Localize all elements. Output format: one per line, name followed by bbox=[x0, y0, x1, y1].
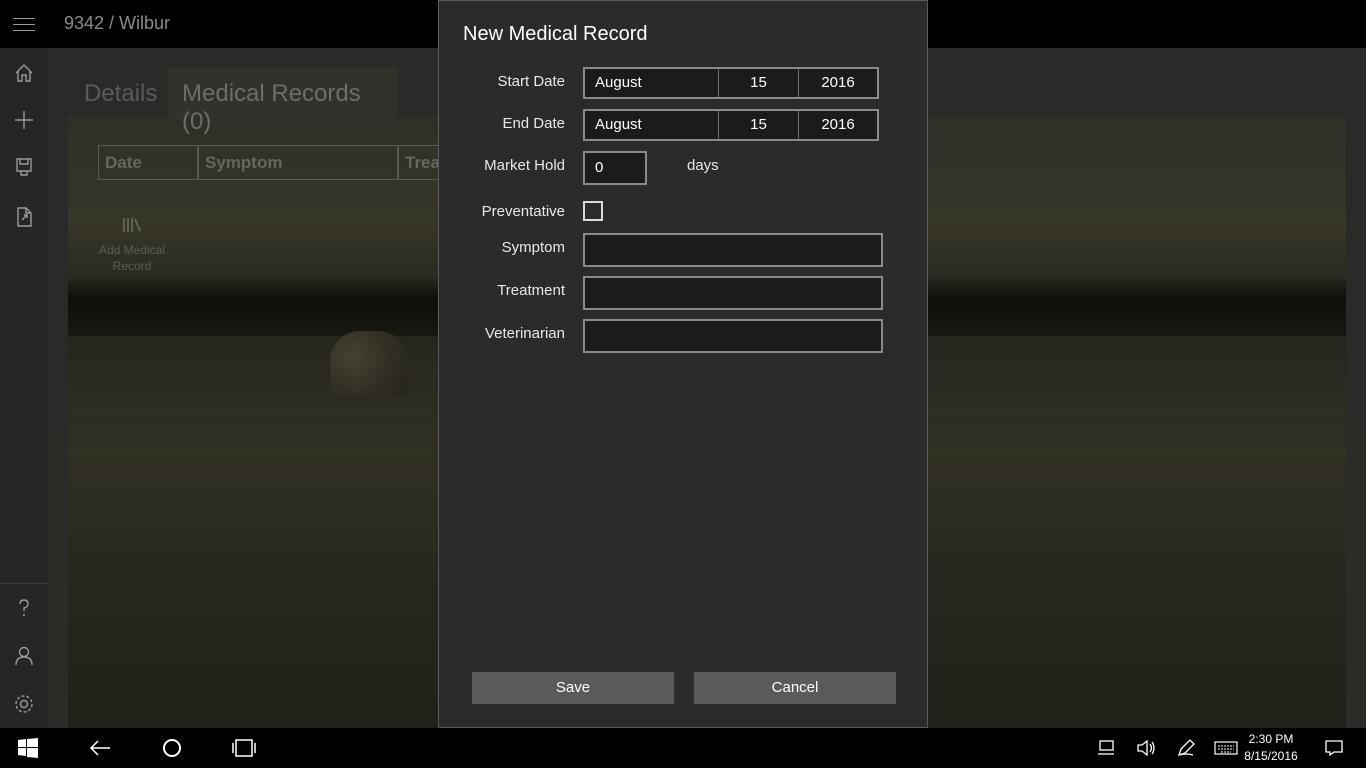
dialog-title: New Medical Record bbox=[463, 23, 648, 45]
symptom-input[interactable] bbox=[583, 233, 883, 267]
app-window: 9342 / Wilbur Details Medical Records (0… bbox=[0, 0, 1366, 768]
network-icon[interactable] bbox=[1094, 728, 1118, 768]
start-date-picker[interactable]: August 15 2016 bbox=[583, 67, 879, 99]
task-view-icon[interactable] bbox=[226, 728, 262, 768]
windows-start-icon[interactable] bbox=[10, 728, 46, 768]
market-hold-input[interactable]: 0 bbox=[583, 151, 647, 185]
market-hold-unit: days bbox=[687, 157, 719, 174]
home-icon[interactable] bbox=[0, 49, 48, 97]
hamburger-menu-icon[interactable] bbox=[0, 0, 48, 48]
treatment-label: Treatment bbox=[497, 282, 565, 299]
end-date-picker[interactable]: August 15 2016 bbox=[583, 109, 879, 141]
preventative-label: Preventative bbox=[481, 203, 565, 220]
library-icon bbox=[123, 218, 141, 232]
veterinarian-label: Veterinarian bbox=[484, 325, 565, 342]
add-medical-record-button[interactable]: Add Medical Record bbox=[98, 214, 166, 274]
tab-details[interactable]: Details bbox=[70, 68, 171, 118]
left-nav bbox=[0, 48, 48, 728]
back-arrow-icon[interactable] bbox=[82, 728, 118, 768]
user-icon[interactable] bbox=[0, 632, 48, 680]
taskbar: 2:30 PM 8/15/2016 bbox=[0, 728, 1366, 768]
market-hold-label: Market Hold bbox=[484, 157, 565, 174]
save-icon[interactable] bbox=[0, 143, 48, 191]
help-icon[interactable] bbox=[0, 584, 48, 632]
start-date-year[interactable]: 2016 bbox=[799, 69, 877, 97]
column-header-symptom[interactable]: Symptom bbox=[198, 145, 398, 180]
symptom-label: Symptom bbox=[501, 239, 565, 256]
grid-header: Date Symptom Trea bbox=[98, 145, 458, 180]
start-date-label: Start Date bbox=[497, 73, 565, 90]
tab-medical-records[interactable]: Medical Records (0) bbox=[168, 68, 398, 135]
veterinarian-input[interactable] bbox=[583, 319, 883, 353]
export-icon[interactable] bbox=[0, 193, 48, 241]
taskbar-clock[interactable]: 2:30 PM 8/15/2016 bbox=[1236, 731, 1306, 765]
new-medical-record-dialog: New Medical Record Start Date August 15 … bbox=[438, 0, 928, 728]
column-header-date[interactable]: Date bbox=[98, 145, 198, 180]
clock-date: 8/15/2016 bbox=[1244, 749, 1298, 763]
cortana-search-icon[interactable] bbox=[154, 728, 190, 768]
add-icon[interactable] bbox=[0, 96, 48, 144]
volume-icon[interactable] bbox=[1134, 728, 1158, 768]
end-date-year[interactable]: 2016 bbox=[799, 111, 877, 139]
settings-icon[interactable] bbox=[0, 680, 48, 728]
start-date-month[interactable]: August bbox=[585, 69, 719, 97]
clock-time: 2:30 PM bbox=[1248, 732, 1294, 746]
start-date-day[interactable]: 15 bbox=[719, 69, 799, 97]
end-date-label: End Date bbox=[502, 115, 565, 132]
pen-ink-icon[interactable] bbox=[1174, 728, 1198, 768]
action-center-icon[interactable] bbox=[1322, 728, 1346, 768]
app-title: 9342 / Wilbur bbox=[64, 13, 171, 33]
end-date-day[interactable]: 15 bbox=[719, 111, 799, 139]
cancel-button[interactable]: Cancel bbox=[694, 672, 896, 704]
end-date-month[interactable]: August bbox=[585, 111, 719, 139]
treatment-input[interactable] bbox=[583, 276, 883, 310]
save-button[interactable]: Save bbox=[472, 672, 674, 704]
preventative-checkbox[interactable] bbox=[583, 201, 603, 221]
